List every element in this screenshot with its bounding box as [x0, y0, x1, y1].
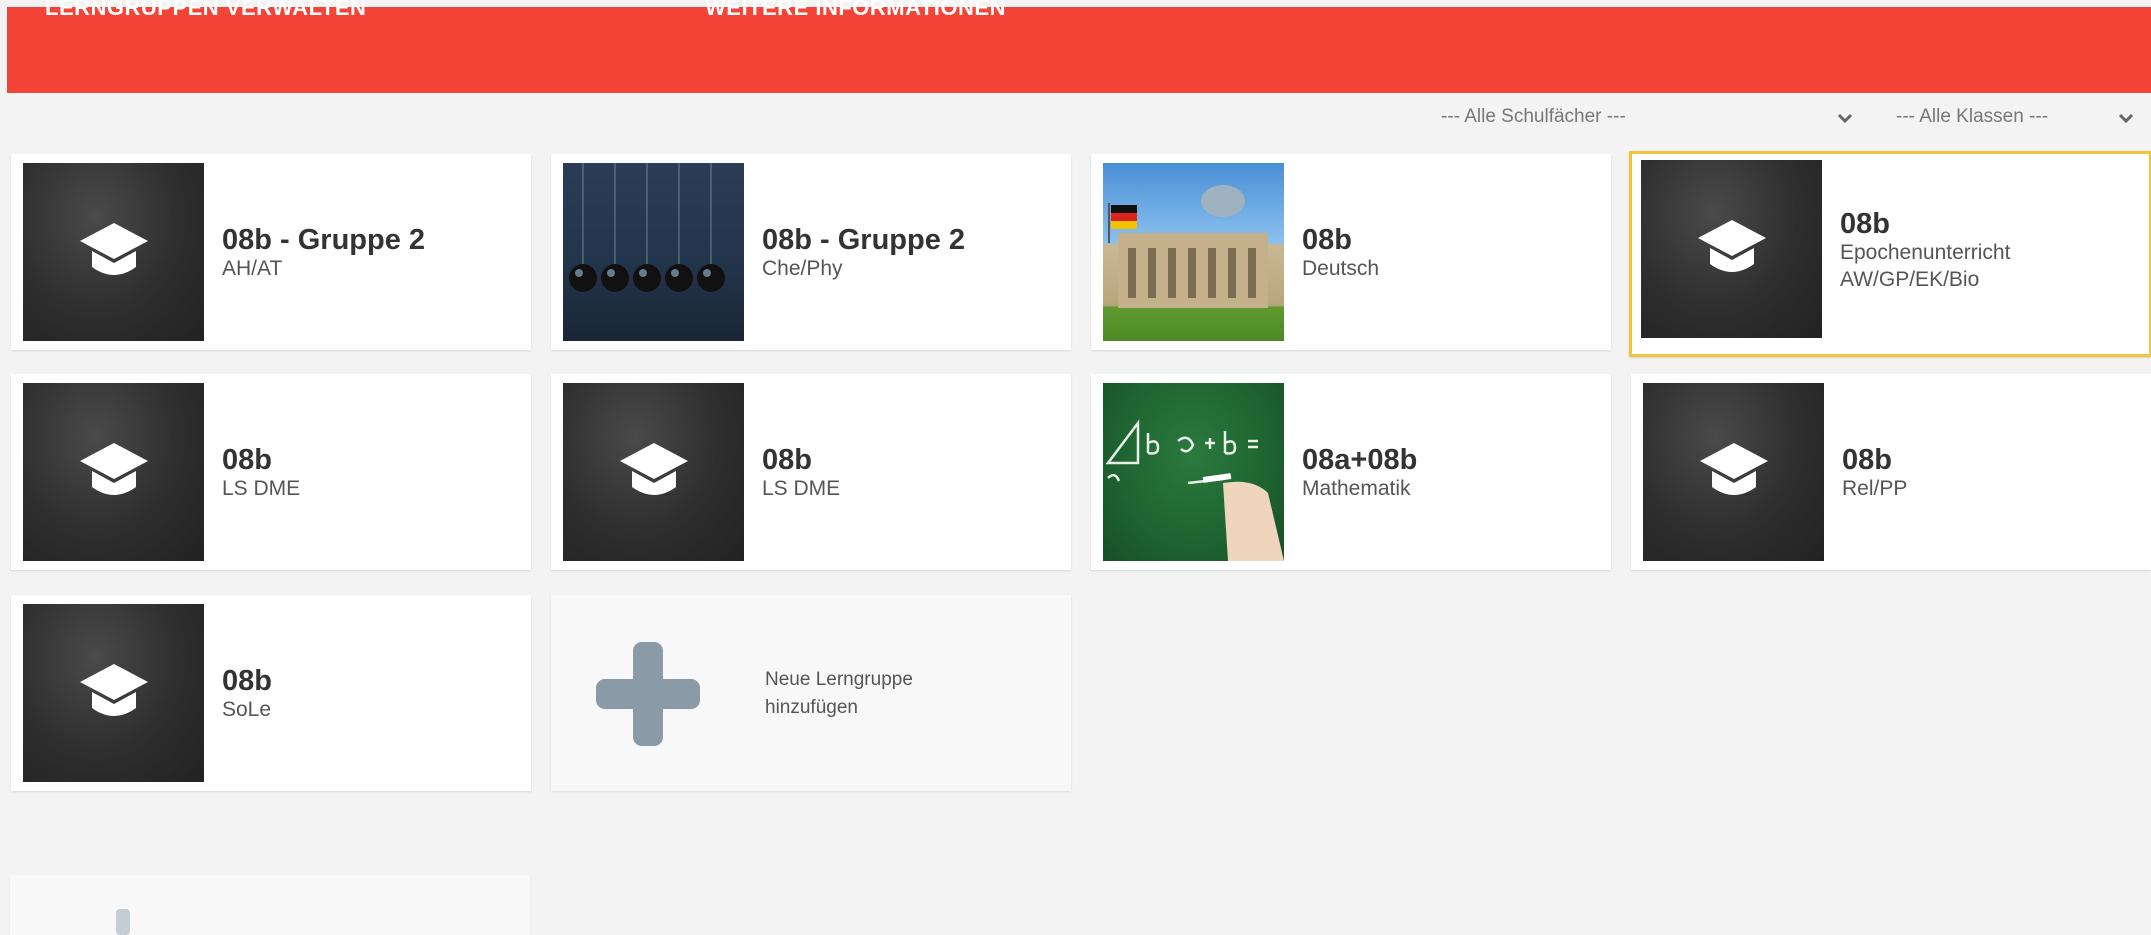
group-card[interactable]: 08b - Gruppe 2 Che/Phy — [551, 154, 1071, 350]
nav-manage-groups[interactable]: LERNGRUPPEN VERWALTEN — [45, 0, 366, 21]
graduation-cap-icon — [23, 383, 204, 561]
card-subtitle: LS DME — [222, 477, 301, 500]
add-group-card[interactable]: Neue Lerngruppe hinzufügen — [551, 595, 1071, 791]
subject-filter-select[interactable]: --- Alle Schulfächer --- — [1441, 106, 1626, 136]
graduation-cap-icon — [1643, 383, 1824, 561]
partial-card[interactable] — [10, 875, 530, 935]
card-title: 08b — [762, 444, 812, 476]
card-title: 08a+08b — [1302, 444, 1418, 476]
plus-icon — [116, 909, 130, 935]
nav-more-info[interactable]: WEITERE INFORMATIONEN — [705, 0, 1006, 21]
chevron-down-icon[interactable] — [1837, 112, 1853, 124]
group-card[interactable]: 08b Deutsch — [1091, 154, 1611, 350]
card-title: 08b — [222, 444, 272, 476]
top-header: LERNGRUPPEN VERWALTEN WEITERE INFORMATIO… — [7, 0, 2151, 93]
graduation-cap-icon — [1641, 160, 1822, 338]
group-card[interactable]: 08b - Gruppe 2 AH/AT — [11, 154, 531, 350]
group-card[interactable]: 08b LS DME — [11, 374, 531, 570]
group-card[interactable]: 08a+08b Mathematik — [1091, 374, 1611, 570]
card-title: 08b — [222, 665, 272, 697]
plus-icon — [596, 642, 700, 751]
card-subtitle: Che/Phy — [762, 257, 843, 280]
graduation-cap-icon — [23, 163, 204, 341]
card-subtitle: LS DME — [762, 477, 841, 500]
card-title: 08b — [1842, 444, 1892, 476]
card-title: 08b — [1840, 208, 1890, 240]
card-subtitle: AH/AT — [222, 257, 283, 280]
card-subtitle: Rel/PP — [1842, 477, 1908, 500]
graduation-cap-icon — [23, 604, 204, 782]
card-subtitle: Deutsch — [1302, 257, 1380, 280]
reichstag-photo — [1103, 163, 1284, 341]
group-card[interactable]: 08b SoLe — [11, 595, 531, 791]
card-subtitle: Mathematik — [1302, 477, 1411, 500]
group-card-selected[interactable]: 08b Epochenunterricht AW/GP/EK/Bio — [1629, 151, 2151, 357]
card-title: 08b - Gruppe 2 — [762, 224, 966, 256]
add-group-label: Neue Lerngruppe hinzufügen — [765, 669, 913, 718]
card-title: 08b - Gruppe 2 — [222, 224, 426, 256]
card-subtitle: Epochenunterricht AW/GP/EK/Bio — [1840, 241, 2011, 291]
graduation-cap-icon — [563, 383, 744, 561]
chalkboard-formula-photo — [1103, 383, 1284, 561]
group-card[interactable]: 08b LS DME — [551, 374, 1071, 570]
card-subtitle: SoLe — [222, 698, 272, 721]
chevron-down-icon[interactable] — [2118, 112, 2134, 124]
class-filter-select[interactable]: --- Alle Klassen --- — [1896, 106, 2048, 136]
newtons-cradle-photo — [563, 163, 744, 341]
card-title: 08b — [1302, 224, 1352, 256]
group-card[interactable]: 08b Rel/PP — [1631, 374, 2151, 570]
